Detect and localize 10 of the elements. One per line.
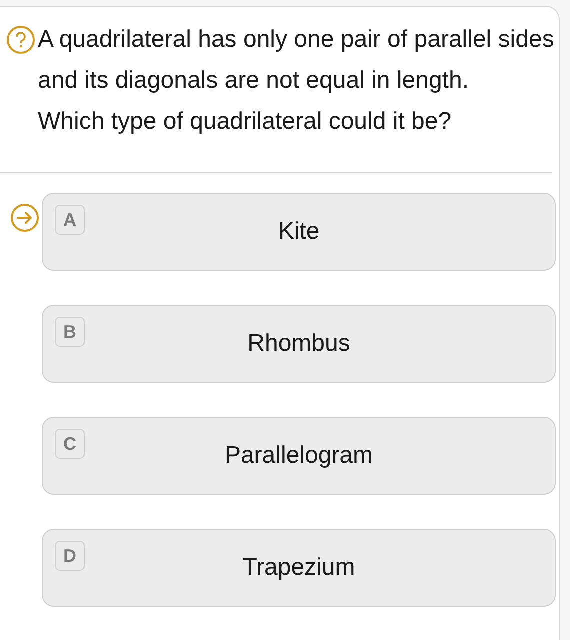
question-text: A quadrilateral has only one pair of parallel sides and its diagonals are not equal in length. Which type of quadrilateral could it be? [38,25,555,137]
help-icon [6,25,36,55]
option-letter: A [55,205,85,235]
option-letter: C [55,429,85,459]
answer-option[interactable]: A Kite [42,193,556,271]
option-letter: B [55,317,85,347]
answer-option[interactable]: C Parallelogram [42,417,556,495]
answer-option[interactable]: D Trapezium [42,529,556,607]
answer-option[interactable]: B Rhombus [42,305,556,383]
option-letter: D [55,541,85,571]
